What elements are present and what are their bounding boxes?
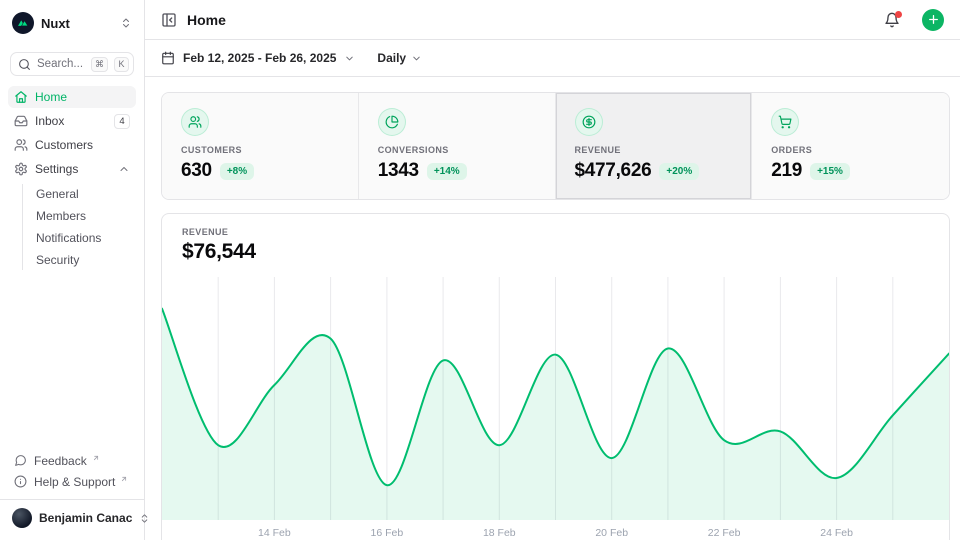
- add-button[interactable]: [922, 9, 944, 31]
- revenue-chart-card: REVENUE $76,544 14 Feb 16 Feb 18 Feb 20 Feb…: [161, 213, 950, 540]
- sidebar-item-general[interactable]: General: [32, 184, 136, 204]
- chart-header: REVENUE $76,544: [162, 214, 949, 264]
- sidebar-item-inbox[interactable]: Inbox 4: [8, 110, 136, 132]
- cart-icon: [771, 108, 799, 136]
- pie-chart-icon: [378, 108, 406, 136]
- sidebar-item-label: Settings: [35, 162, 111, 176]
- page-title: Home: [187, 12, 874, 28]
- message-bubble-icon: [14, 454, 27, 467]
- revenue-area-chart[interactable]: 14 Feb 16 Feb 18 Feb 20 Feb 22 Feb 24 Feb: [162, 277, 949, 540]
- help-support-label: Help & Support: [34, 475, 115, 489]
- chevron-up-icon: [118, 163, 130, 175]
- stat-value: 1343: [378, 160, 419, 182]
- external-link-icon: [120, 475, 128, 483]
- feedback-link[interactable]: Feedback: [8, 450, 136, 471]
- svg-text:22 Feb: 22 Feb: [708, 527, 741, 539]
- user-name: Benjamin Canac: [39, 511, 132, 525]
- stat-label: CONVERSIONS: [378, 145, 536, 155]
- content-area: CUSTOMERS 630 +8% CONVERSIONS 1343 +14%: [145, 77, 960, 540]
- date-range-picker[interactable]: Feb 12, 2025 - Feb 26, 2025: [161, 51, 355, 65]
- stat-value: 219: [771, 160, 802, 182]
- inbox-icon: [14, 114, 28, 128]
- notification-dot: [895, 11, 902, 18]
- stats-row: CUSTOMERS 630 +8% CONVERSIONS 1343 +14%: [161, 92, 950, 200]
- search-input[interactable]: Search... ⌘ K: [10, 52, 134, 76]
- search-icon: [18, 58, 31, 71]
- delta-badge: +14%: [427, 163, 467, 180]
- settings-subnav: General Members Notifications Security: [22, 184, 136, 270]
- sidebar: Nuxt Search... ⌘ K Home: [0, 0, 145, 540]
- chart-metric-label: REVENUE: [182, 227, 929, 237]
- chevrons-up-down-icon: [120, 17, 132, 29]
- kbd-k: K: [114, 57, 129, 72]
- calendar-icon: [161, 51, 175, 65]
- avatar: [12, 508, 32, 528]
- stat-card-conversions[interactable]: CONVERSIONS 1343 +14%: [359, 93, 556, 199]
- main-header: Home: [145, 0, 960, 40]
- svg-text:20 Feb: 20 Feb: [595, 527, 628, 539]
- sidebar-spacer: [8, 272, 136, 450]
- sidebar-item-label: Home: [35, 90, 130, 104]
- collapse-sidebar-button[interactable]: [161, 12, 177, 28]
- sidebar-item-security[interactable]: Security: [32, 250, 136, 270]
- sidebar-nav: Home Inbox 4 Customers Settings: [8, 86, 136, 272]
- chevron-down-icon: [411, 53, 422, 64]
- granularity-select[interactable]: Daily: [377, 51, 422, 65]
- sidebar-item-home[interactable]: Home: [8, 86, 136, 108]
- sidebar-item-customers[interactable]: Customers: [8, 134, 136, 156]
- users-icon: [14, 138, 28, 152]
- svg-text:14 Feb: 14 Feb: [258, 527, 291, 539]
- sidebar-item-members[interactable]: Members: [32, 206, 136, 226]
- main-panel: Home Feb 12, 2025 - Feb 26, 2025 Daily: [145, 0, 960, 540]
- kbd-meta: ⌘: [91, 57, 108, 72]
- chart-metric-value: $76,544: [182, 240, 929, 264]
- user-menu[interactable]: Benjamin Canac: [0, 499, 144, 532]
- sidebar-item-label: Customers: [35, 138, 130, 152]
- date-range-label: Feb 12, 2025 - Feb 26, 2025: [183, 51, 336, 65]
- granularity-label: Daily: [377, 51, 406, 65]
- stat-card-customers[interactable]: CUSTOMERS 630 +8%: [162, 93, 359, 199]
- stat-label: ORDERS: [771, 145, 930, 155]
- inbox-count-badge: 4: [114, 114, 130, 129]
- delta-badge: +8%: [220, 163, 254, 180]
- stat-label: REVENUE: [575, 145, 733, 155]
- delta-badge: +15%: [810, 163, 850, 180]
- app-window: Nuxt Search... ⌘ K Home: [0, 0, 960, 540]
- delta-badge: +20%: [659, 163, 699, 180]
- stat-value: 630: [181, 160, 212, 182]
- workspace-name: Nuxt: [41, 16, 113, 31]
- sidebar-item-notifications[interactable]: Notifications: [32, 228, 136, 248]
- workspace-selector[interactable]: Nuxt: [8, 8, 136, 38]
- stat-label: CUSTOMERS: [181, 145, 339, 155]
- notifications-bell-button[interactable]: [884, 12, 900, 28]
- gear-icon: [14, 162, 28, 176]
- sidebar-item-label: Inbox: [35, 114, 107, 128]
- sidebar-item-settings[interactable]: Settings: [8, 158, 136, 180]
- svg-text:18 Feb: 18 Feb: [483, 527, 516, 539]
- stat-value: $477,626: [575, 160, 652, 182]
- info-circle-icon: [14, 475, 27, 488]
- svg-text:16 Feb: 16 Feb: [371, 527, 404, 539]
- chevron-down-icon: [344, 53, 355, 64]
- stat-card-orders[interactable]: ORDERS 219 +15%: [752, 93, 949, 199]
- chart-plot-area: 14 Feb 16 Feb 18 Feb 20 Feb 22 Feb 24 Feb: [162, 277, 949, 540]
- help-support-link[interactable]: Help & Support: [8, 471, 136, 492]
- svg-text:24 Feb: 24 Feb: [820, 527, 853, 539]
- stat-card-revenue[interactable]: REVENUE $477,626 +20%: [556, 93, 753, 199]
- users-icon: [181, 108, 209, 136]
- feedback-label: Feedback: [34, 454, 87, 468]
- home-icon: [14, 90, 28, 104]
- dollar-circle-icon: [575, 108, 603, 136]
- nuxt-logo-icon: [12, 12, 34, 34]
- filters-toolbar: Feb 12, 2025 - Feb 26, 2025 Daily: [145, 40, 960, 77]
- external-link-icon: [92, 454, 100, 462]
- search-placeholder: Search...: [37, 58, 85, 70]
